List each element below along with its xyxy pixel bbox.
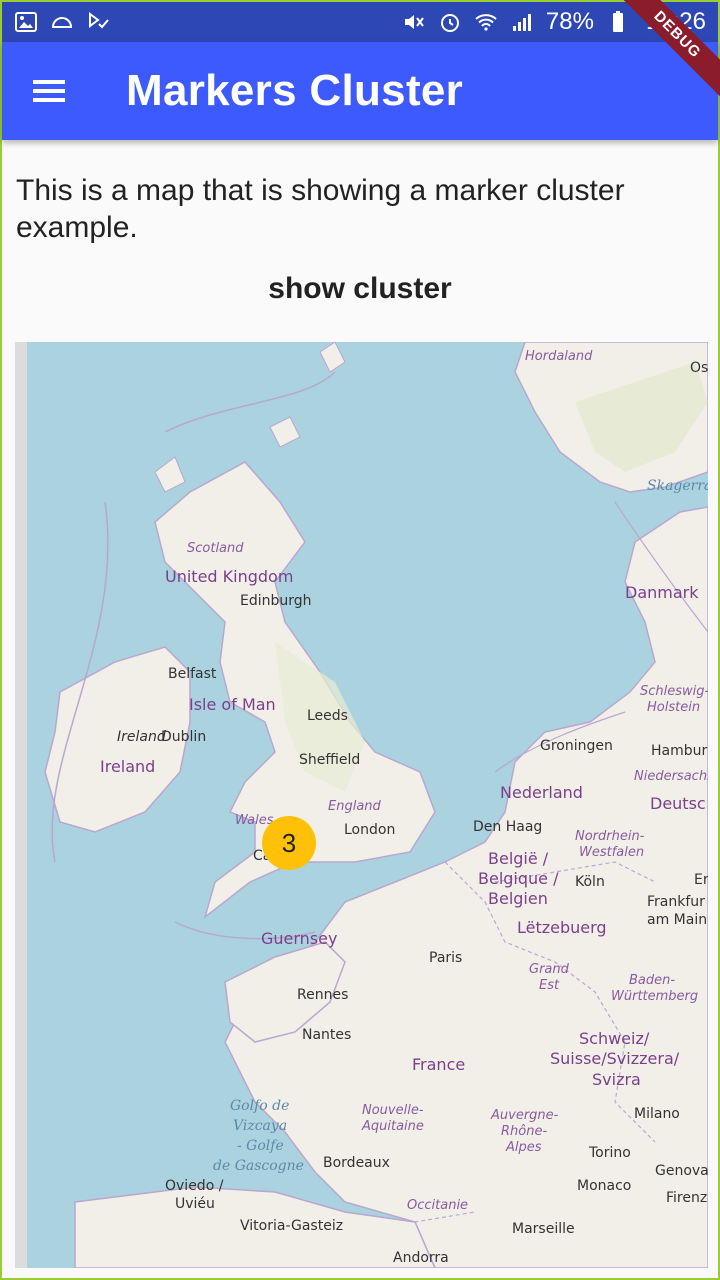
status-bar: 78% 18:26 <box>2 2 718 42</box>
label-nordrhein: Nordrhein- <box>575 829 645 844</box>
label-guernsey: Guernsey <box>261 929 337 948</box>
label-golfo-4: de Gascogne <box>213 1158 304 1174</box>
label-westfalen: Westfalen <box>579 845 644 860</box>
menu-button[interactable] <box>22 63 78 119</box>
label-belgie-2: Belgique / <box>478 869 559 888</box>
label-schleswig: Schleswig- <box>640 684 708 699</box>
cluster-marker[interactable]: 3 <box>262 816 316 870</box>
label-schweiz-1: Schweiz/ <box>579 1029 650 1048</box>
label-london: London <box>344 822 395 838</box>
label-marseille: Marseille <box>512 1221 575 1237</box>
label-genova: Genova <box>655 1163 708 1179</box>
label-baden-2: Württemberg <box>611 989 698 1004</box>
label-scotland: Scotland <box>187 541 244 556</box>
label-dublin: Dublin <box>161 729 206 745</box>
label-belgie-3: Belgien <box>488 889 548 908</box>
label-edinburgh: Edinburgh <box>240 593 312 609</box>
label-france: France <box>412 1055 465 1074</box>
page-title: Markers Cluster <box>126 66 464 115</box>
label-sheffield: Sheffield <box>299 752 360 768</box>
label-schweiz-3: Svizra <box>592 1070 641 1089</box>
label-golfo-2: Vizcaya <box>233 1118 287 1134</box>
gallery-icon <box>14 10 38 34</box>
label-holstein: Holstein <box>647 700 700 715</box>
label-auvergne-2: Rhône- <box>501 1124 547 1139</box>
label-nederland: Nederland <box>500 783 583 802</box>
label-grand-est-1: Grand <box>529 962 570 977</box>
label-skagerrak: Skagerrak <box>647 478 708 494</box>
label-auvergne-3: Alpes <box>505 1140 542 1155</box>
label-ireland-name: Ireland <box>117 729 166 745</box>
mute-icon <box>402 10 426 34</box>
label-auvergne-1: Auvergne- <box>490 1108 559 1123</box>
label-grand-est-2: Est <box>539 978 560 993</box>
label-torino: Torino <box>588 1145 631 1161</box>
label-hamburg: Hambur <box>651 743 708 759</box>
label-rennes: Rennes <box>297 987 348 1003</box>
label-hordaland: Hordaland <box>525 349 593 364</box>
signal-icon <box>510 10 534 34</box>
battery-icon <box>606 10 630 34</box>
map-view[interactable]: Hordaland Os Skagerrak Scotland United K… <box>15 342 708 1268</box>
label-niedersachsen: Niedersachs <box>634 769 708 784</box>
label-nantes: Nantes <box>302 1027 351 1043</box>
label-deutschland: Deutsc <box>650 794 706 813</box>
label-golfo-1: Golfo de <box>230 1098 289 1114</box>
label-paris: Paris <box>429 950 462 966</box>
intro-text: This is a map that is showing a marker c… <box>16 174 625 244</box>
arc-icon <box>50 10 74 34</box>
label-bordeaux: Bordeaux <box>323 1155 390 1171</box>
label-andorra: Andorra <box>393 1250 449 1266</box>
label-oviedo-1: Oviedo / <box>165 1178 224 1194</box>
label-vitoria: Vitoria-Gasteiz <box>240 1218 343 1234</box>
wifi-icon <box>474 10 498 34</box>
label-letzebuerg: Lëtzebuerg <box>517 918 607 937</box>
label-frankfurt-2: am Main <box>647 912 707 928</box>
show-cluster-button[interactable]: show cluster <box>252 268 467 310</box>
app-bar: Markers Cluster <box>2 42 718 140</box>
label-baden-1: Baden- <box>629 973 675 988</box>
label-groningen: Groningen <box>540 738 613 754</box>
label-nouvelle-1: Nouvelle- <box>362 1103 424 1118</box>
label-golfo-3: - Golfe <box>237 1138 284 1154</box>
label-den-haag: Den Haag <box>473 819 542 835</box>
label-firenze: Firenz <box>666 1190 707 1206</box>
map-edge <box>15 342 27 1268</box>
label-ireland: Ireland <box>100 757 155 776</box>
label-schweiz-2: Suisse/Svizzera/ <box>550 1049 680 1068</box>
hamburger-menu-icon <box>33 80 65 102</box>
label-er: Er <box>694 872 708 888</box>
label-united-kingdom: United Kingdom <box>165 567 293 586</box>
content: This is a map that is showing a marker c… <box>2 140 718 310</box>
label-frankfurt-1: Frankfur <box>647 894 705 910</box>
label-leeds: Leeds <box>307 708 348 724</box>
status-left-icons <box>14 10 110 34</box>
land-mainland-north <box>224 506 708 1268</box>
alarm-icon <box>438 10 462 34</box>
label-isle-of-man: Isle of Man <box>189 695 276 714</box>
label-nouvelle-2: Aquitaine <box>361 1119 424 1134</box>
label-oviedo-2: Uviéu <box>175 1196 215 1212</box>
label-occitanie: Occitanie <box>407 1198 468 1213</box>
battery-percent: 78% <box>545 8 594 35</box>
label-belgie-1: België / <box>488 849 549 868</box>
label-danmark: Danmark <box>625 583 699 602</box>
label-os: Os <box>690 360 708 376</box>
label-belfast: Belfast <box>168 666 217 682</box>
checklist-icon <box>86 10 110 34</box>
label-milano: Milano <box>634 1106 680 1122</box>
label-koln: Köln <box>575 874 605 890</box>
map-tiles: Hordaland Os Skagerrak Scotland United K… <box>44 342 708 1268</box>
label-monaco: Monaco <box>577 1178 631 1194</box>
label-england: England <box>328 799 382 814</box>
